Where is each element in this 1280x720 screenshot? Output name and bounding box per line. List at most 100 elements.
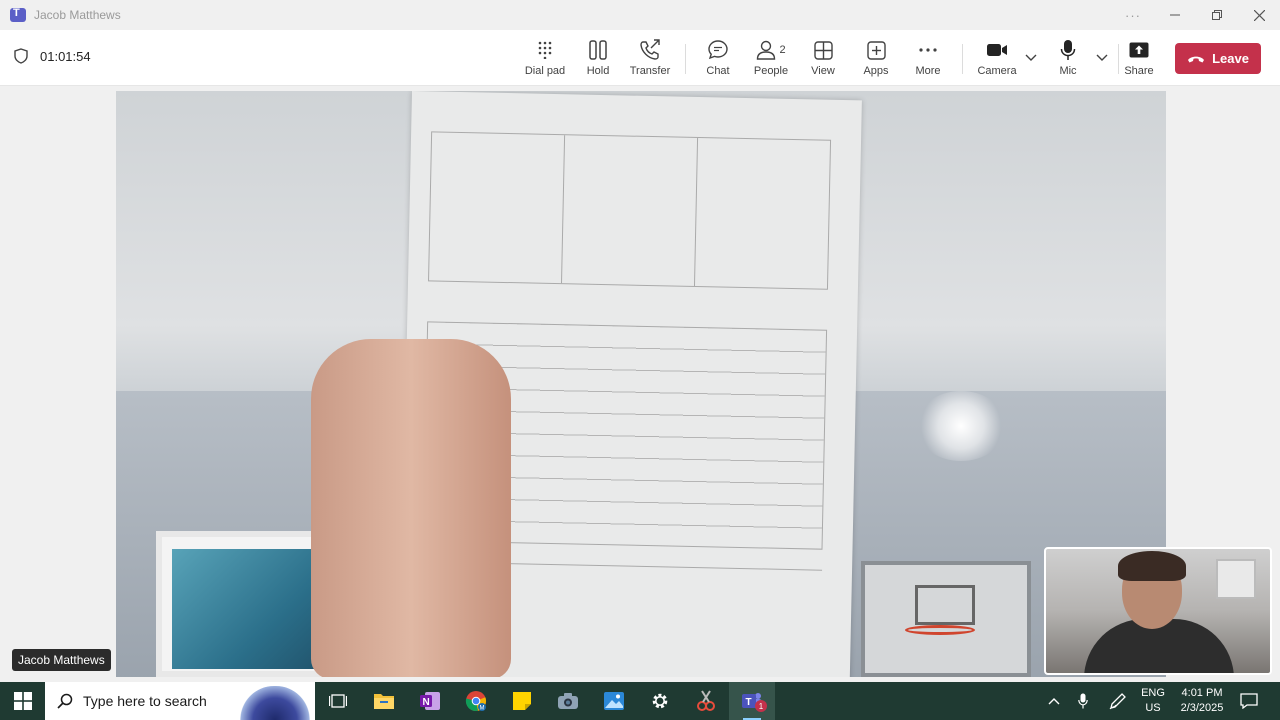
video-hand <box>311 339 511 677</box>
clock-date: 2/3/2025 <box>1180 702 1224 714</box>
add-apps-icon <box>866 38 886 62</box>
leave-button[interactable]: Leave <box>1175 43 1261 74</box>
language-code: ENG <box>1141 687 1165 699</box>
chat-label: Chat <box>706 65 730 77</box>
mic-label: Mic <box>1059 65 1077 77</box>
dial-pad-icon <box>537 38 553 62</box>
people-count: 2 <box>779 44 786 56</box>
toolbar-divider <box>685 44 686 74</box>
start-button[interactable] <box>0 682 45 720</box>
shield-icon <box>14 48 28 64</box>
svg-text:M: M <box>480 706 485 712</box>
close-icon <box>1253 9 1265 21</box>
chevron-down-icon <box>1096 54 1108 61</box>
minimize-button[interactable] <box>1154 0 1196 30</box>
call-timer: 01:01:54 <box>14 48 91 64</box>
search-highlight-art <box>240 686 310 720</box>
call-duration: 01:01:54 <box>40 48 91 64</box>
ellipsis-icon <box>919 38 937 62</box>
view-button[interactable]: View <box>808 38 838 80</box>
gear-icon <box>652 693 668 709</box>
svg-text:T: T <box>746 697 752 708</box>
more-button[interactable]: More <box>912 38 944 80</box>
people-icon: 2 <box>756 38 786 62</box>
teams-logo-icon <box>10 7 26 22</box>
notification-center-icon <box>1240 693 1258 709</box>
restore-icon <box>1212 10 1222 20</box>
photos-icon <box>604 692 624 710</box>
grid-view-icon <box>813 38 833 62</box>
dial-pad-button[interactable]: Dial pad <box>524 38 566 80</box>
tray-pen-button[interactable] <box>1106 682 1130 720</box>
camera-app-button[interactable] <box>545 682 591 720</box>
transfer-button[interactable]: Transfer <box>628 38 672 80</box>
hang-up-icon <box>1188 56 1205 62</box>
more-options-icon[interactable]: ··· <box>1112 0 1154 30</box>
view-label: View <box>811 65 835 77</box>
chrome-button[interactable]: M <box>453 682 499 720</box>
onenote-icon: N <box>420 692 440 710</box>
search-icon <box>57 693 73 709</box>
teams-notification-badge: 1 <box>755 700 767 712</box>
camera-button[interactable]: Camera <box>976 38 1018 80</box>
video-basketball-hoop <box>861 561 1031 677</box>
transfer-call-icon <box>639 38 661 62</box>
more-label: More <box>915 65 941 77</box>
microphone-icon <box>1060 38 1076 62</box>
toolbar-divider <box>962 44 963 74</box>
chevron-down-icon <box>1025 54 1037 61</box>
apps-label: Apps <box>863 65 889 77</box>
mic-options-chevron[interactable] <box>1094 50 1110 66</box>
people-button[interactable]: 2 People <box>752 38 790 80</box>
meeting-toolbar: 01:01:54 Dial pad Hold Transfer Chat 2 P… <box>0 30 1280 86</box>
hold-button[interactable]: Hold <box>582 38 614 80</box>
sticky-notes-button[interactable] <box>499 682 545 720</box>
folder-icon <box>374 694 394 709</box>
taskbar-clock[interactable]: 4:01 PM 2/3/2025 <box>1172 686 1232 716</box>
participant-video <box>116 91 1166 677</box>
photos-button[interactable] <box>591 682 637 720</box>
camera-app-icon <box>558 693 578 709</box>
show-hidden-icons-button[interactable] <box>1042 682 1066 720</box>
pen-icon <box>1109 693 1126 710</box>
share-button[interactable]: Share <box>1124 38 1154 80</box>
search-input[interactable] <box>83 693 233 709</box>
snipping-tool-icon <box>697 690 715 711</box>
close-button[interactable] <box>1238 0 1280 30</box>
tray-microphone-button[interactable] <box>1072 682 1094 720</box>
share-screen-icon <box>1129 38 1149 62</box>
mic-button[interactable]: Mic <box>1054 38 1082 80</box>
language-region: US <box>1145 702 1161 714</box>
minimize-icon <box>1170 14 1180 16</box>
chevron-up-icon <box>1048 698 1060 705</box>
input-language-indicator[interactable]: ENG US <box>1138 686 1168 716</box>
task-view-button[interactable] <box>315 682 361 720</box>
settings-button[interactable] <box>637 682 683 720</box>
meeting-stage: Jacob Matthews <box>0 87 1280 682</box>
snipping-tool-button[interactable] <box>683 682 729 720</box>
chat-icon <box>708 38 728 62</box>
chat-button[interactable]: Chat <box>702 38 734 80</box>
toolbar-divider <box>1118 44 1119 74</box>
task-view-icon <box>329 694 347 708</box>
microphone-icon <box>1078 693 1088 709</box>
teams-taskbar-button[interactable]: T 1 <box>729 682 775 720</box>
leave-label: Leave <box>1212 51 1249 66</box>
file-explorer-button[interactable] <box>361 682 407 720</box>
window-controls: ··· <box>1112 0 1280 30</box>
pause-icon <box>589 38 607 62</box>
share-label: Share <box>1124 65 1154 77</box>
people-label: People <box>753 65 789 77</box>
camera-options-chevron[interactable] <box>1023 50 1039 66</box>
self-view-video[interactable] <box>1044 547 1272 675</box>
clock-time: 4:01 PM <box>1181 687 1223 699</box>
video-light-glare <box>916 391 1006 461</box>
windows-taskbar: N M T 1 ENG US 4:01 PM 2/3/2025 <box>0 682 1280 720</box>
participant-name-tag: Jacob Matthews <box>12 649 111 671</box>
restore-button[interactable] <box>1196 0 1238 30</box>
apps-button[interactable]: Apps <box>860 38 892 80</box>
onenote-button[interactable]: N <box>407 682 453 720</box>
hold-label: Hold <box>586 65 610 77</box>
taskbar-search[interactable] <box>45 682 315 720</box>
notifications-button[interactable] <box>1236 682 1262 720</box>
